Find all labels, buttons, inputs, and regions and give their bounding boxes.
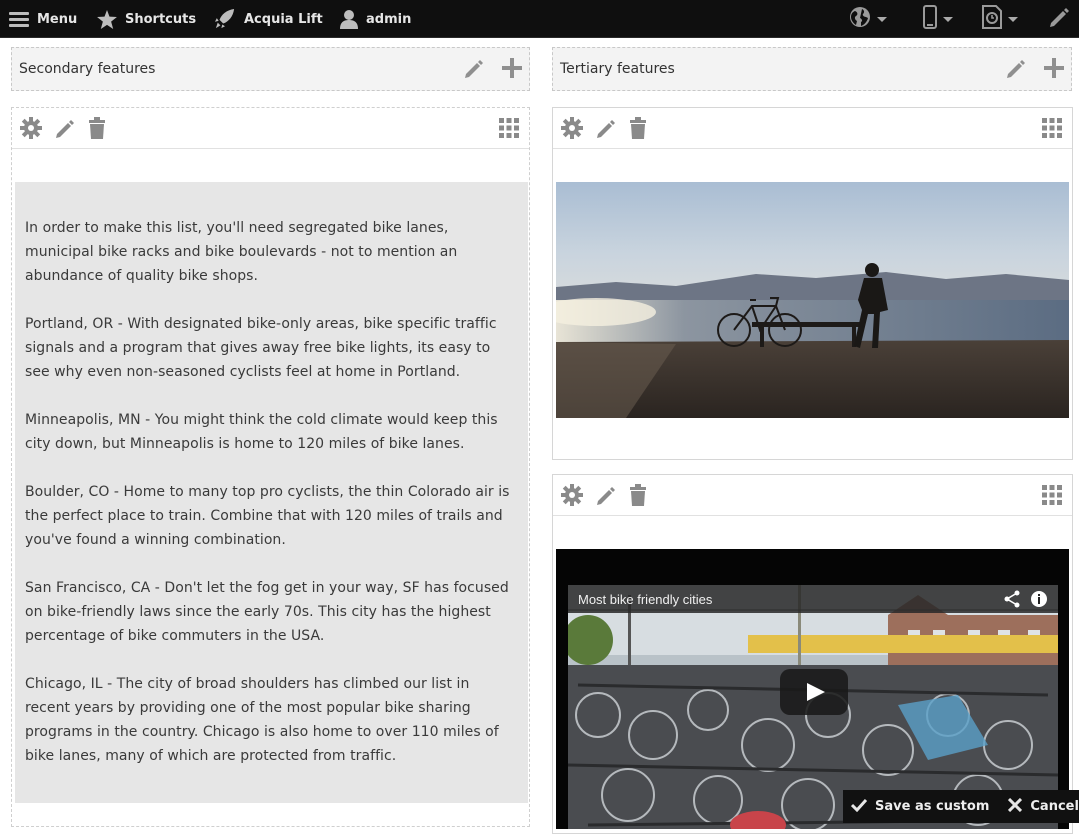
hamburger-icon (9, 11, 29, 27)
acquia-lift-tab[interactable]: Acquia Lift (214, 0, 323, 38)
chevron-down-icon (877, 16, 887, 22)
play-button[interactable] (780, 669, 848, 715)
cancel-label: Cancel (1030, 799, 1079, 814)
save-as-custom-button[interactable]: Save as custom (850, 790, 990, 823)
pencil-icon (1048, 6, 1070, 32)
user-icon (340, 9, 358, 29)
pane-toolbar (553, 475, 1072, 516)
pane-toolbar (553, 108, 1072, 149)
add-icon[interactable] (501, 57, 523, 83)
chevron-down-icon (1008, 16, 1018, 22)
pencil-icon[interactable] (1005, 57, 1027, 83)
globe-icon (849, 6, 871, 32)
gear-icon[interactable] (561, 484, 583, 510)
pane-toolbar (12, 108, 529, 149)
image-pane (552, 107, 1073, 460)
trash-icon[interactable] (629, 484, 647, 510)
menu-label: Menu (37, 11, 78, 27)
paragraph: Minneapolis, MN - You might think the co… (25, 412, 498, 452)
paragraph: Portland, OR - With designated bike-only… (25, 316, 497, 380)
chevron-down-icon (943, 16, 953, 22)
star-icon (97, 9, 117, 29)
device-preview[interactable] (923, 0, 953, 38)
paragraph: In order to make this list, you'll need … (25, 220, 458, 284)
gear-icon[interactable] (561, 117, 583, 143)
text-pane: In order to make this list, you'll need … (11, 107, 530, 827)
bike-lake-photo (556, 182, 1069, 418)
body-text: In order to make this list, you'll need … (15, 182, 528, 803)
cancel-button[interactable]: Cancel (1008, 790, 1079, 823)
paragraph: Boulder, CO - Home to many top pro cycli… (25, 484, 510, 548)
video-title: Most bike friendly cities (578, 591, 713, 607)
info-icon[interactable] (1030, 590, 1048, 611)
region-secondary-header: Secondary features (11, 47, 530, 91)
share-icon[interactable] (1004, 590, 1020, 611)
edit-mode-toggle[interactable] (1048, 0, 1070, 38)
user-label: admin (366, 11, 412, 27)
shortcuts-label: Shortcuts (125, 11, 197, 27)
video-title-bar: Most bike friendly cities (568, 585, 1058, 613)
acquia-lift-label: Acquia Lift (244, 11, 323, 27)
shortcuts-tab[interactable]: Shortcuts (97, 0, 196, 38)
add-icon[interactable] (1043, 57, 1065, 83)
trash-icon[interactable] (629, 117, 647, 143)
close-icon (1008, 797, 1023, 816)
paragraph: Chicago, IL - The city of broad shoulder… (25, 676, 499, 764)
drag-handle-icon[interactable] (499, 118, 519, 142)
drag-handle-icon[interactable] (1042, 118, 1062, 142)
admin-toolbar: Menu Shortcuts Acquia Lift admin (0, 0, 1079, 38)
menu-tab[interactable]: Menu (9, 0, 77, 38)
pencil-icon[interactable] (463, 57, 485, 83)
revision-menu[interactable] (982, 0, 1018, 38)
paragraph: San Francisco, CA - Don't let the fog ge… (25, 580, 509, 644)
pencil-icon[interactable] (595, 484, 617, 510)
region-title: Tertiary features (560, 61, 675, 77)
video-embed[interactable]: Most bike friendly cities (556, 549, 1069, 829)
save-label: Save as custom (875, 799, 990, 814)
phone-icon (923, 5, 937, 33)
trash-icon[interactable] (88, 117, 106, 143)
clock-document-icon (982, 5, 1002, 33)
region-tertiary-header: Tertiary features (552, 47, 1072, 91)
region-title: Secondary features (19, 61, 156, 77)
pencil-icon[interactable] (54, 117, 76, 143)
drag-handle-icon[interactable] (1042, 485, 1062, 509)
check-icon (850, 798, 868, 816)
video-pane: Most bike friendly cities (552, 474, 1073, 834)
pencil-icon[interactable] (595, 117, 617, 143)
user-tab[interactable]: admin (340, 0, 411, 38)
language-switcher[interactable] (849, 0, 887, 38)
rocket-icon (214, 9, 236, 29)
gear-icon[interactable] (20, 117, 42, 143)
ipe-action-bar: Save as custom Cancel (843, 790, 1079, 823)
